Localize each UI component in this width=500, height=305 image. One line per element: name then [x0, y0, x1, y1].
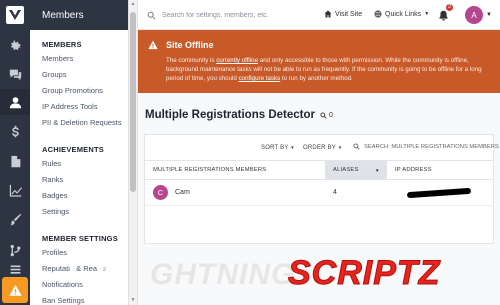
- nav-header-title: Members: [30, 0, 137, 30]
- top-bar: Visit Site Quick Links ▼ 2 A ▼: [138, 0, 500, 30]
- nav-scrollbar[interactable]: ▲ ▼: [128, 0, 137, 305]
- column-header-members[interactable]: MULTIPLE REGISTRATIONS MEMBERS: [145, 161, 325, 180]
- scroll-down-icon[interactable]: ▼: [130, 297, 136, 303]
- sidebar-item-notifications[interactable]: Notifications: [30, 277, 137, 293]
- nav-section-achievements: ACHIEVEMENTS: [42, 145, 104, 154]
- column-header-ip-address[interactable]: IP ADDRESS: [387, 161, 493, 180]
- search-input[interactable]: [162, 11, 302, 19]
- sidebar-nav: Members MEMBERS Members Groups Group Pro…: [30, 0, 138, 305]
- alert-text-part-3: to run by another method.: [280, 75, 353, 82]
- column-header-aliases[interactable]: ALIASES ▼: [325, 161, 387, 180]
- search-count-indicator[interactable]: 0: [320, 112, 333, 119]
- search-icon: [353, 143, 360, 150]
- alert-title-text: Site Offline: [166, 40, 214, 50]
- sort-by-button[interactable]: SORT BY ▼: [261, 145, 295, 151]
- sidebar-item-reputation-label: Reputati & Rea: [42, 264, 98, 273]
- search-count: 0: [329, 112, 333, 119]
- sidebar-item-ranks[interactable]: Ranks: [30, 172, 137, 188]
- globe-icon: [374, 10, 382, 18]
- order-by-label: ORDER BY: [303, 145, 336, 151]
- table-header: MULTIPLE REGISTRATIONS MEMBERS ALIASES ▼ …: [145, 160, 493, 180]
- sidebar-item-pii-deletion[interactable]: PII & Deletion Requests: [30, 115, 137, 131]
- sidebar-item-badges[interactable]: Badges: [30, 188, 137, 204]
- brush-icon[interactable]: [0, 206, 30, 232]
- scroll-thumb[interactable]: [130, 12, 136, 192]
- sidebar-item-ban-settings[interactable]: Ban Settings: [30, 293, 137, 305]
- sort-desc-icon: ▼: [375, 168, 380, 173]
- warning-icon[interactable]: [2, 277, 28, 303]
- logo-icon[interactable]: [6, 6, 24, 24]
- watermark: GHTNING SCRIPTZ: [150, 254, 490, 294]
- aliases-header-label: ALIASES: [333, 167, 359, 173]
- table-search-input[interactable]: SEARCH: MULTIPLE REGISTRATIONS MEMBERS: [353, 143, 499, 150]
- visit-site-label: Visit Site: [335, 10, 363, 18]
- sidebar-item-groups[interactable]: Groups: [30, 67, 137, 83]
- global-search[interactable]: [144, 6, 304, 24]
- sidebar-item-reputation[interactable]: Reputati & Rea 2: [30, 261, 137, 277]
- chevron-down-icon: ▼: [290, 145, 295, 150]
- sidebar-item-settings[interactable]: Settings: [30, 204, 137, 220]
- dollar-icon[interactable]: [0, 118, 30, 144]
- bell-icon: [439, 10, 448, 21]
- user-menu-chevron-icon[interactable]: ▼: [486, 12, 492, 18]
- alert-message: The community is currently offline and o…: [166, 56, 490, 83]
- user-avatar[interactable]: A: [465, 6, 483, 24]
- chevron-down-icon: ▼: [337, 145, 343, 150]
- warning-icon: [148, 40, 158, 50]
- icon-rail: [0, 0, 30, 305]
- currently-offline-link[interactable]: currently offline: [216, 57, 258, 64]
- watermark-light-text: GHTNING: [150, 258, 296, 291]
- sort-by-label: SORT BY: [261, 145, 289, 151]
- nav-section-members: MEMBERS: [42, 40, 82, 49]
- chart-icon[interactable]: [0, 177, 30, 203]
- sidebar-item-members[interactable]: Members: [30, 51, 137, 67]
- watermark-red-text: SCRIPTZ: [287, 254, 441, 293]
- order-by-button[interactable]: ORDER BY ▼: [303, 145, 342, 151]
- sidebar-item-badge: 2: [103, 267, 107, 273]
- user-icon[interactable]: [0, 89, 30, 115]
- gear-icon[interactable]: [0, 33, 30, 59]
- search-icon: [320, 112, 327, 119]
- notifications-button[interactable]: 2: [438, 4, 454, 21]
- configure-tasks-link[interactable]: configure tasks: [239, 75, 281, 82]
- chevron-down-icon: ▼: [424, 11, 430, 17]
- scroll-up-icon[interactable]: ▲: [130, 1, 136, 7]
- alert-title: Site Offline: [148, 40, 490, 50]
- member-name[interactable]: Cam: [175, 189, 190, 196]
- table-search-label: SEARCH: MULTIPLE REGISTRATIONS MEMBERS: [364, 143, 499, 150]
- sidebar-item-profiles[interactable]: Profiles: [30, 245, 137, 261]
- aliases-count: 4: [333, 189, 337, 196]
- search-icon: [147, 11, 156, 19]
- registrations-table: SORT BY ▼ ORDER BY ▼ SEARCH: MULTIPLE RE…: [144, 134, 499, 244]
- chat-icon[interactable]: [0, 61, 30, 87]
- home-icon: [324, 10, 332, 18]
- sidebar-item-ip-address-tools[interactable]: IP Address Tools: [30, 99, 137, 115]
- site-offline-alert: Site Offline The community is currently …: [138, 30, 500, 93]
- quick-links-menu[interactable]: Quick Links ▼: [374, 10, 429, 18]
- notification-count-badge: 2: [446, 4, 454, 11]
- avatar[interactable]: C: [153, 185, 168, 200]
- nav-section-member-settings: MEMBER SETTINGS: [42, 234, 118, 243]
- redacted-ip-address: [406, 187, 472, 199]
- document-icon[interactable]: [0, 148, 30, 174]
- alert-text-part-1: The community is: [166, 57, 217, 64]
- sidebar-item-group-promotions[interactable]: Group Promotions: [30, 83, 137, 99]
- table-row[interactable]: C Cam 4: [145, 180, 493, 206]
- visit-site-link[interactable]: Visit Site: [324, 10, 362, 18]
- quick-links-label: Quick Links: [385, 10, 422, 18]
- sidebar-item-rules[interactable]: Rules: [30, 156, 137, 172]
- page-title: Multiple Registrations Detector: [145, 109, 315, 121]
